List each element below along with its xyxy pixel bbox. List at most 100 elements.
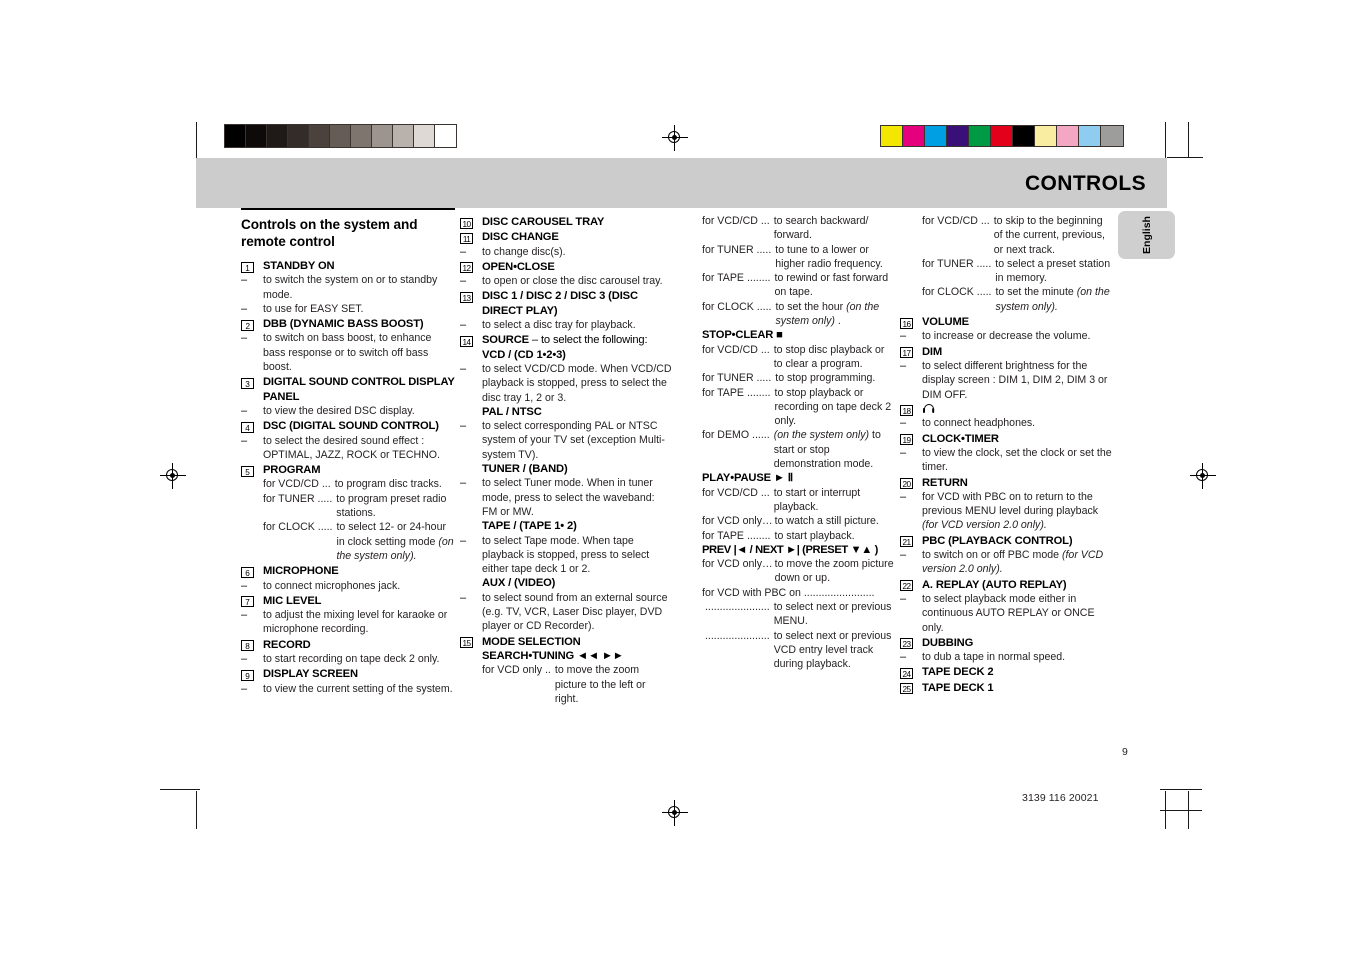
calibration-swatch <box>903 126 925 146</box>
source-subitem-head: TAPE / (TAPE 1• 2) <box>482 520 577 533</box>
control-number-box: 17 <box>900 347 913 359</box>
forrow-value: (on the system only) to start or stop de… <box>770 428 894 471</box>
control-detail: – for VCD with PBC on to return to the pr… <box>900 490 1112 533</box>
forrow-key: for VCD/CD ... <box>263 478 331 491</box>
dash-marker: – <box>460 362 467 375</box>
control-label: SOURCE – to select the following: <box>482 333 648 347</box>
control-label: MODE SELECTION <box>482 635 581 648</box>
crop-mark-bottom-right-outer-vertical <box>1188 791 1190 829</box>
section-title: Controls on the system and remote contro… <box>241 208 455 250</box>
control-forrow: for VCD with PBC on ....................… <box>702 586 894 600</box>
control-detail-text: to dub a tape in normal speed. <box>922 651 1066 664</box>
control-number-box: 15 <box>460 637 473 649</box>
control-detail-text: to select a disc tray for playback. <box>482 319 636 332</box>
control-entry-22: 22 A. REPLAY (AUTO REPLAY) <box>900 578 1112 592</box>
forrow-key: for TUNER ..... <box>702 243 772 256</box>
control-detail: – to select a disc tray for playback. <box>460 318 672 332</box>
control-forrow: ...................... to select next or… <box>702 600 894 629</box>
control-detail-text: to select Tuner mode. When in tuner mode… <box>482 477 655 518</box>
control-detail-text: to select sound from an external source … <box>482 591 668 633</box>
control-entry-13: 13 DISC 1 / DISC 2 / DISC 3 (DISC DIRECT… <box>460 289 672 318</box>
control-label: DISC CAROUSEL TRAY <box>482 216 605 228</box>
control-number-box: 7 <box>241 596 254 608</box>
forrow-value: to select next or previous VCD entry lev… <box>773 629 892 671</box>
control-entry-19: 19 CLOCK•TIMER <box>900 432 1112 446</box>
calibration-swatch <box>414 125 435 147</box>
calibration-swatch <box>225 125 246 147</box>
control-number-box: 22 <box>900 580 913 592</box>
control-number-box: 14 <box>460 335 473 347</box>
registration-mark-top-center <box>662 125 688 151</box>
forrow-value: to stop disc playback or to clear a prog… <box>773 343 885 370</box>
control-entry-6: 6 MICROPHONE <box>241 564 455 578</box>
control-detail: – to adjust the mixing level for karaoke … <box>241 608 455 637</box>
dash-marker: – <box>460 275 467 288</box>
control-forrow: for CLOCK ..... to set the minute (on th… <box>922 285 1112 314</box>
control-label: DIGITAL SOUND CONTROL DISPLAY PANEL <box>263 376 455 403</box>
control-detail: – to increase or decrease the volume. <box>900 329 1112 343</box>
control-label: OPEN•CLOSE <box>482 260 555 273</box>
control-entry-1: 1 STANDBY ON <box>241 259 455 273</box>
calibration-swatch <box>925 126 947 146</box>
control-detail-plain: to switch on or off PBC mode <box>922 549 1062 562</box>
control-forrow: for VCD/CD ... to stop disc playback or … <box>702 343 894 372</box>
control-detail-text: to switch on bass boost, to enhance bass… <box>263 332 432 374</box>
forrow-key: for CLOCK ..... <box>922 286 992 299</box>
control-forrow: for CLOCK ..... to set the hour (on the … <box>702 300 894 329</box>
dash-marker: – <box>460 245 467 258</box>
control-entry-7: 7 MIC LEVEL <box>241 594 455 608</box>
calibration-swatch <box>1035 126 1057 146</box>
control-label: TAPE DECK 2 <box>922 666 994 679</box>
dash-marker: – <box>241 332 248 345</box>
control-entry-12: 12 OPEN•CLOSE <box>460 260 672 274</box>
control-detail-text: to select playback mode either in contin… <box>922 592 1095 634</box>
forrow-value: to program preset radio stations. <box>336 492 447 520</box>
control-forrow: for VCD/CD ... to start or interrupt pla… <box>702 486 894 515</box>
control-label: DISC 1 / DISC 2 / DISC 3 (DISC DIRECT PL… <box>482 290 638 317</box>
control-detail-text: to change disc(s). <box>482 245 566 258</box>
control-detail-text: to switch the system on or to standby mo… <box>263 274 438 301</box>
control-number-box: 2 <box>241 319 254 331</box>
crop-mark-top-left-vertical <box>196 122 198 158</box>
control-detail-text: to select VCD/CD mode. When VCD/CD playb… <box>482 362 672 404</box>
crop-mark-bottom-left-vertical <box>196 791 198 829</box>
forrow-key: for VCD only .. <box>482 664 551 677</box>
control-entry-3: 3 DIGITAL SOUND CONTROL DISPLAY PANEL <box>241 375 455 404</box>
control-detail-italic: (for VCD version 2.0 only). <box>922 519 1047 532</box>
control-detail-plain: for VCD with PBC on to return to the pre… <box>922 490 1099 518</box>
forrow-value: to move the zoom picture down or up. <box>774 558 894 585</box>
control-detail-text: to view the current setting of the syste… <box>263 682 453 695</box>
forrow-value: to set the hour (on the system only) . <box>771 300 894 329</box>
calibration-swatch <box>881 126 903 146</box>
control-forrow: for CLOCK ..... to select 12- or 24-hour… <box>263 520 455 563</box>
forrow-key: for VCD/CD ... <box>922 215 990 227</box>
control-entry-21: 21 PBC (PLAYBACK CONTROL) <box>900 534 1112 548</box>
headphone-icon <box>922 403 935 414</box>
forrow-key: for TUNER ..... <box>702 372 772 385</box>
control-label: VOLUME <box>922 316 969 329</box>
control-forrow: for VCD/CD ... to program disc tracks. <box>263 477 455 491</box>
forrow-key: for DEMO ...... <box>702 429 770 442</box>
dash-marker: – <box>460 591 467 604</box>
control-forrow: for TAPE ........ to rewind or fast forw… <box>702 271 894 300</box>
control-number-box: 5 <box>241 465 254 477</box>
control-forrow: for VCD only… to move the zoom picture d… <box>702 557 894 586</box>
control-entry-25: 25 TAPE DECK 1 <box>900 681 1112 695</box>
crop-mark-top-right-vertical <box>1165 122 1167 158</box>
control-forrow: for TUNER ..... to tune to a lower or hi… <box>702 243 894 272</box>
control-label-tail: – to select the following: <box>528 334 648 347</box>
language-tab-label: English <box>1140 216 1153 254</box>
dash-marker: – <box>900 490 907 503</box>
calibration-swatch <box>393 125 414 147</box>
control-detail: – to view the desired DSC display. <box>241 404 455 418</box>
forrow-value: to select 12- or 24-hour in clock settin… <box>332 520 455 563</box>
calibration-swatch <box>267 125 288 147</box>
forrow-key: for VCD only… <box>702 515 773 528</box>
control-label: TAPE DECK 1 <box>922 681 994 694</box>
control-entry-5: 5 PROGRAM <box>241 463 455 477</box>
control-number-box: 8 <box>241 640 254 652</box>
forrow-value: to tune to a lower or higher radio frequ… <box>775 243 883 270</box>
registration-mark-right-middle <box>1190 463 1216 489</box>
dash-marker: – <box>900 417 907 430</box>
control-detail: – to start recording on tape deck 2 only. <box>241 652 455 666</box>
